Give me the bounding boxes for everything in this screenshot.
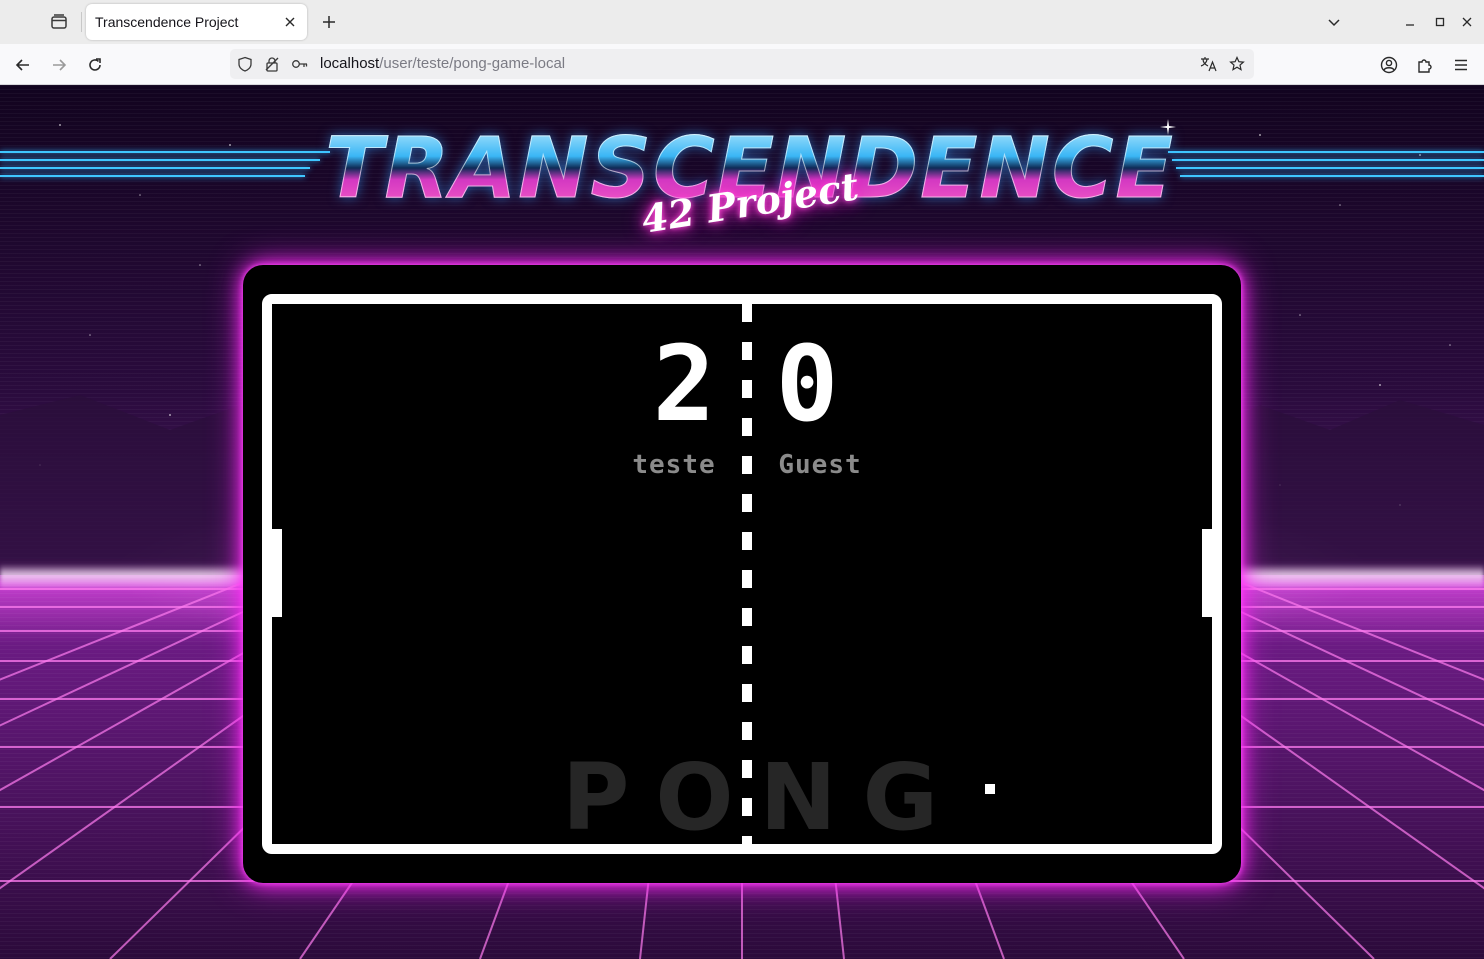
list-all-tabs-button[interactable]	[1322, 10, 1346, 34]
reload-button[interactable]	[82, 52, 108, 78]
site-logo: TRANSCENDENCE 42 Project	[0, 85, 1484, 255]
net-dash	[742, 456, 752, 474]
saved-logins-button[interactable]	[291, 55, 309, 73]
key-icon	[292, 60, 308, 68]
hamburger-menu-icon	[1455, 59, 1467, 71]
net-dash	[742, 494, 752, 512]
forward-button[interactable]	[46, 52, 72, 78]
account-icon	[1380, 56, 1398, 74]
net-dash	[742, 760, 752, 778]
ball	[985, 784, 995, 794]
close-window-button[interactable]	[1457, 12, 1477, 32]
app-menu-button[interactable]	[1448, 52, 1474, 78]
center-net	[742, 304, 752, 844]
net-dash	[742, 342, 752, 360]
maximize-button[interactable]	[1430, 12, 1450, 32]
net-dash	[742, 684, 752, 702]
close-icon	[1462, 17, 1472, 27]
net-dash	[742, 532, 752, 550]
maximize-icon	[1435, 17, 1445, 27]
logo-stripe	[1180, 175, 1484, 177]
left-player-name: teste	[632, 450, 716, 480]
url-path: /user/teste/pong-game-local	[379, 55, 566, 72]
site-security-button[interactable]	[263, 55, 281, 73]
bookmark-button[interactable]	[1228, 55, 1246, 73]
sparkle-icon	[1160, 119, 1176, 135]
extensions-button[interactable]	[1412, 52, 1438, 78]
logo-stripe	[0, 159, 320, 161]
net-dash	[742, 304, 752, 322]
reload-icon	[89, 58, 101, 71]
tracking-protection-button[interactable]	[236, 55, 254, 73]
back-button[interactable]	[10, 52, 36, 78]
shield-icon	[238, 56, 252, 72]
tab-title: Transcendence Project	[95, 14, 239, 30]
minimize-icon	[1406, 24, 1414, 26]
left-player-score: 2	[652, 323, 716, 445]
url-text[interactable]: localhost/user/teste/pong-game-local	[320, 55, 565, 72]
net-dash	[742, 798, 752, 816]
logo-stripe	[0, 151, 330, 153]
tab-list-button[interactable]	[46, 9, 72, 35]
right-player-score: 0	[775, 323, 839, 445]
minimize-button[interactable]	[1400, 12, 1420, 32]
net-dash	[742, 608, 752, 626]
translate-button[interactable]	[1200, 55, 1218, 73]
net-dash	[742, 836, 752, 844]
translate-icon	[1200, 57, 1217, 72]
close-icon	[285, 17, 295, 27]
lock-icon	[265, 57, 279, 72]
account-button[interactable]	[1376, 52, 1402, 78]
tab-separator	[81, 12, 82, 32]
net-dash	[742, 646, 752, 664]
logo-stripe	[0, 175, 305, 177]
pong-court[interactable]: PONG 2 0 teste Guest	[262, 294, 1222, 854]
forward-arrow-icon	[53, 59, 67, 71]
net-dash	[742, 722, 752, 740]
right-paddle	[1202, 529, 1212, 617]
game-frame: PONG 2 0 teste Guest	[243, 265, 1241, 883]
navigation-toolbar: localhost/user/teste/pong-game-local	[0, 44, 1484, 85]
net-dash	[742, 380, 752, 398]
url-bar[interactable]: localhost/user/teste/pong-game-local	[230, 49, 1254, 79]
net-dash	[742, 570, 752, 588]
tab-bar: Transcendence Project	[0, 0, 1484, 44]
tab-active[interactable]: Transcendence Project	[86, 4, 307, 40]
right-player-name: Guest	[778, 450, 862, 480]
url-host: localhost	[320, 55, 380, 72]
logo-stripe	[1168, 151, 1484, 153]
plus-icon	[323, 16, 335, 28]
left-paddle	[272, 529, 282, 617]
back-arrow-icon	[15, 59, 29, 71]
tab-list-icon	[51, 14, 67, 29]
chevron-down-icon	[1328, 19, 1340, 27]
page-content: TRANSCENDENCE 42 Project PONG 2 0 teste …	[0, 85, 1484, 959]
puzzle-icon	[1418, 59, 1432, 73]
net-dash	[742, 418, 752, 436]
logo-stripe	[1176, 167, 1484, 169]
logo-stripe	[1172, 159, 1484, 161]
tab-close-button[interactable]	[280, 12, 300, 32]
star-icon	[1229, 56, 1245, 71]
logo-stripe	[0, 167, 310, 169]
new-tab-button[interactable]	[316, 9, 342, 35]
